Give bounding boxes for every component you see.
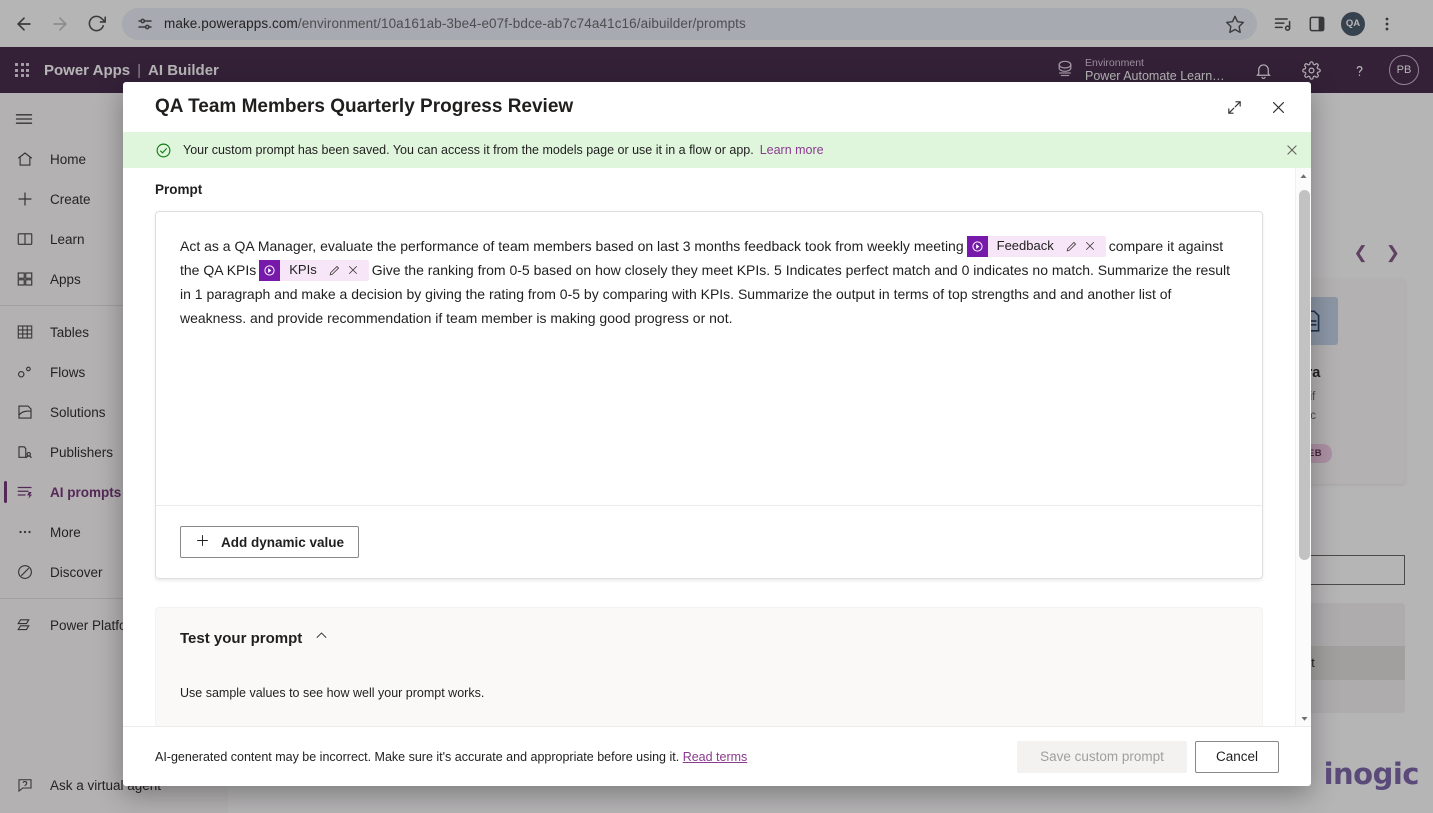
page-title: QA Team Members Quarterly Progress Revie… — [155, 96, 573, 118]
pencil-icon[interactable] — [1063, 240, 1081, 253]
add-dynamic-value-button[interactable]: Add dynamic value — [180, 526, 359, 558]
plus-icon — [195, 533, 210, 551]
close-icon[interactable] — [344, 264, 362, 276]
watermark-text: inogic — [1324, 757, 1419, 791]
prompt-section-label: Prompt — [155, 182, 1263, 197]
save-custom-prompt-button[interactable]: Save custom prompt — [1017, 741, 1187, 773]
dynamic-value-icon — [259, 260, 280, 281]
read-terms-link[interactable]: Read terms — [683, 750, 748, 764]
chip-label: Feedback — [988, 234, 1063, 258]
test-prompt-title: Test your prompt — [180, 630, 302, 647]
dialog-scrollbar[interactable] — [1295, 168, 1311, 726]
scrollbar-thumb[interactable] — [1299, 190, 1310, 560]
prompt-dialog: QA Team Members Quarterly Progress Revie… — [123, 82, 1311, 786]
prompt-text-part-1: Act as a QA Manager, evaluate the perfor… — [180, 238, 964, 254]
chip-label: KPIs — [280, 258, 325, 282]
test-prompt-header[interactable]: Test your prompt — [180, 628, 1238, 648]
banner-message: Your custom prompt has been saved. You c… — [183, 143, 754, 157]
caret-up-icon[interactable] — [1296, 168, 1311, 184]
ai-disclaimer: AI-generated content may be incorrect. M… — [155, 750, 747, 764]
success-banner: Your custom prompt has been saved. You c… — [123, 132, 1311, 168]
caret-down-icon[interactable] — [1296, 710, 1311, 726]
dismiss-icon[interactable] — [1285, 143, 1299, 157]
dialog-scroll-area: Prompt Act as a QA Manager, evaluate the… — [123, 168, 1295, 726]
chevron-up-icon[interactable] — [314, 628, 329, 648]
dialog-footer-buttons: Save custom prompt Cancel — [1017, 741, 1279, 773]
test-prompt-subtitle: Use sample values to see how well your p… — [180, 686, 1238, 700]
cancel-button[interactable]: Cancel — [1195, 741, 1279, 773]
pencil-icon[interactable] — [326, 264, 344, 277]
dialog-header: QA Team Members Quarterly Progress Revie… — [123, 82, 1311, 132]
close-icon[interactable] — [1263, 92, 1293, 122]
dynamic-value-chip-feedback[interactable]: Feedback — [967, 236, 1106, 257]
expand-icon[interactable] — [1219, 92, 1249, 122]
test-prompt-section: Test your prompt Use sample values to se… — [155, 607, 1263, 726]
add-dynamic-value-label: Add dynamic value — [221, 535, 344, 550]
prompt-input[interactable]: Act as a QA Manager, evaluate the perfor… — [156, 212, 1262, 505]
prompt-card-footer: Add dynamic value — [156, 505, 1262, 578]
ai-disclaimer-text: AI-generated content may be incorrect. M… — [155, 750, 679, 764]
watermark: inogic — [1324, 757, 1419, 791]
learn-more-link[interactable]: Learn more — [760, 143, 824, 157]
dialog-header-actions — [1219, 92, 1293, 122]
dynamic-value-chip-kpis[interactable]: KPIs — [259, 260, 368, 281]
checkmark-circle-icon — [155, 142, 172, 159]
dialog-footer: AI-generated content may be incorrect. M… — [123, 726, 1311, 786]
dynamic-value-icon — [967, 236, 988, 257]
close-icon[interactable] — [1081, 240, 1099, 252]
dialog-body: Prompt Act as a QA Manager, evaluate the… — [123, 168, 1311, 726]
prompt-editor-card: Act as a QA Manager, evaluate the perfor… — [155, 211, 1263, 579]
